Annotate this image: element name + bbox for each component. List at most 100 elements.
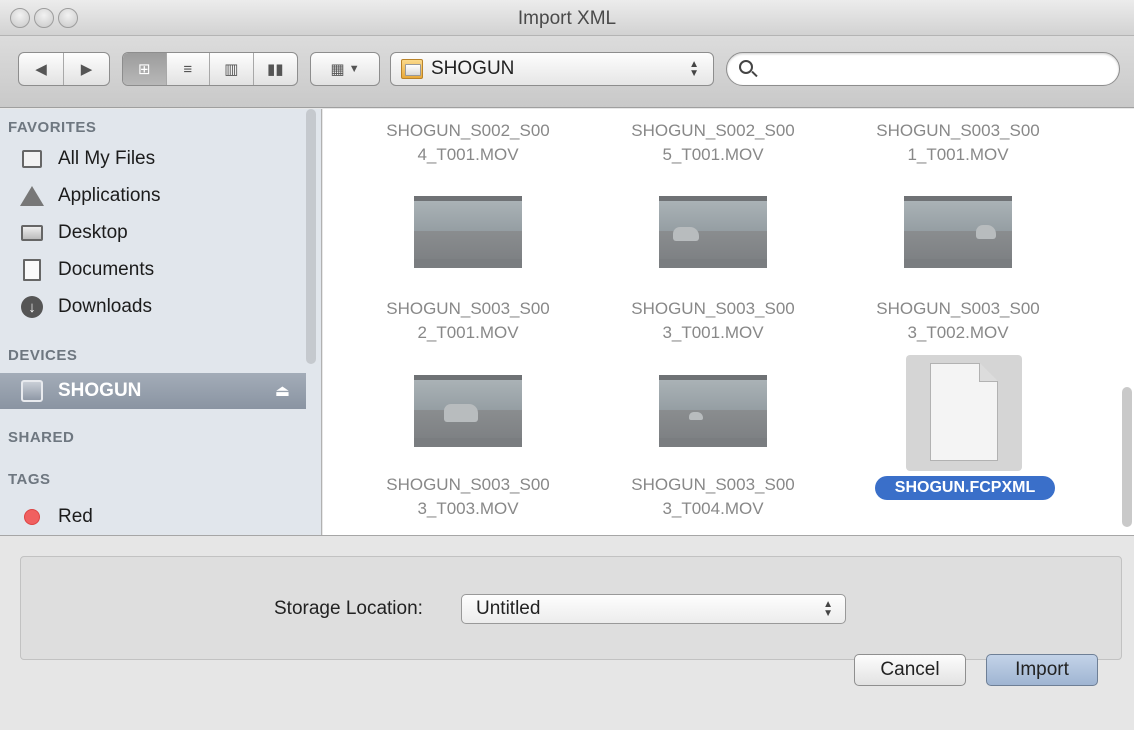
documents-icon <box>23 259 41 281</box>
video-thumbnail[interactable] <box>659 196 767 268</box>
sidebar-heading-devices: DEVICES <box>8 347 78 364</box>
file-name-line1: SHOGUN_S003_S00 <box>386 475 550 494</box>
sidebar-item-label: Documents <box>58 259 155 280</box>
arrange-cell: ▦ ▼ <box>311 53 379 85</box>
sidebar-item-all-my-files[interactable]: All My Files <box>0 141 300 177</box>
all-my-files-icon-wrap <box>20 147 44 171</box>
dropdown-arrow-icon: ▼ <box>348 63 360 75</box>
toolbar: ◀ ▶ ⊞ ≡ ▥ ▮▮ ▦ ▼ SHOGUN ▲ ▼ <box>0 36 1134 108</box>
location-popup[interactable]: SHOGUN ▲ ▼ <box>390 52 714 86</box>
selected-file-name[interactable]: SHOGUN.FCPXML <box>875 476 1055 500</box>
arrange-button[interactable]: ▦ ▼ <box>310 52 380 86</box>
eject-icon[interactable]: ⏏ <box>275 381 290 401</box>
thumbnail-car <box>689 412 703 420</box>
list-view-button[interactable]: ≡ <box>167 53 210 85</box>
back-forward-control: ◀ ▶ <box>18 52 110 86</box>
file-name-line2: 4_T001.MOV <box>417 145 519 164</box>
file-name-line2: 3_T003.MOV <box>417 499 519 518</box>
file-item[interactable]: SHOGUN_S003_S00 3_T003.MOV <box>353 473 583 521</box>
file-name-line2: 5_T001.MOV <box>662 145 764 164</box>
sidebar-heading-tags: TAGS <box>8 471 51 488</box>
thumbnail-road <box>659 410 767 438</box>
sidebar-item-label: All My Files <box>58 148 156 169</box>
file-name-line1: SHOGUN_S002_S00 <box>386 121 550 140</box>
file-item[interactable]: SHOGUN_S003_S00 3_T001.MOV <box>598 297 828 345</box>
view-mode-control: ⊞ ≡ ▥ ▮▮ <box>122 52 298 86</box>
red-tag-dot-icon <box>24 509 40 525</box>
documents-icon-wrap <box>20 258 44 282</box>
arrange-grid-icon: ▦ <box>330 61 345 78</box>
document-icon <box>930 363 998 461</box>
video-thumbnail[interactable] <box>414 196 522 268</box>
file-item[interactable]: SHOGUN_S003_S00 1_T001.MOV <box>843 119 1073 167</box>
thumbnail-car <box>673 227 699 241</box>
thumbnail-sky <box>659 380 767 410</box>
file-name-line1: SHOGUN_S003_S00 <box>876 121 1040 140</box>
storage-location-value: Untitled <box>476 598 541 619</box>
drive-icon-wrap <box>20 379 44 403</box>
file-item[interactable]: SHOGUN_S003_S00 2_T001.MOV <box>353 297 583 345</box>
thumbnail-sky <box>904 201 1012 231</box>
sidebar-item-shogun[interactable]: SHOGUN ⏏ <box>0 373 306 409</box>
file-name-line2: 3_T002.MOV <box>907 323 1009 342</box>
sidebar-heading-shared: SHARED <box>8 429 75 446</box>
window-title: Import XML <box>517 8 617 29</box>
applications-icon <box>20 186 44 206</box>
file-name-line1: SHOGUN_S003_S00 <box>876 299 1040 318</box>
location-label: SHOGUN <box>431 58 515 79</box>
thumbnail-car <box>444 404 478 422</box>
icon-view-button[interactable]: ⊞ <box>123 53 167 85</box>
coverflow-view-icon: ▮▮ <box>266 61 284 78</box>
thumbnail-car <box>976 225 996 239</box>
selected-file-highlight[interactable] <box>906 355 1022 471</box>
sidebar-item-desktop[interactable]: Desktop <box>0 215 300 251</box>
coverflow-view-button[interactable]: ▮▮ <box>254 53 297 85</box>
sidebar-item-applications[interactable]: Applications <box>0 178 300 214</box>
desktop-icon-wrap <box>20 221 44 245</box>
sidebar-item-documents[interactable]: Documents <box>0 252 300 288</box>
search-icon <box>739 60 753 74</box>
file-name-line1: SHOGUN_S003_S00 <box>386 299 550 318</box>
sidebar-item-tag-red[interactable]: Red <box>0 499 300 535</box>
sidebar-item-label: Red <box>58 506 93 527</box>
import-button[interactable]: Import <box>986 654 1098 686</box>
desktop-icon <box>21 225 43 241</box>
tag-dot-wrap <box>20 505 44 529</box>
search-input[interactable] <box>763 57 1103 81</box>
back-button[interactable]: ◀ <box>19 53 65 85</box>
file-name-line2: 2_T001.MOV <box>417 323 519 342</box>
column-view-icon: ▥ <box>224 61 239 78</box>
back-arrow-icon: ◀ <box>35 61 47 78</box>
file-name-line2: 1_T001.MOV <box>907 145 1009 164</box>
forward-arrow-icon: ▶ <box>80 61 93 78</box>
file-name-line2: 3_T004.MOV <box>662 499 764 518</box>
video-thumbnail[interactable] <box>904 196 1012 268</box>
drive-icon <box>21 380 43 402</box>
icon-view-icon: ⊞ <box>137 61 151 78</box>
file-name-line1: SHOGUN_S003_S00 <box>631 299 795 318</box>
sidebar-item-downloads[interactable]: ↓ Downloads <box>0 289 300 325</box>
column-view-button[interactable]: ▥ <box>210 53 254 85</box>
thumbnail-sky <box>414 201 522 231</box>
video-thumbnail[interactable] <box>659 375 767 447</box>
file-item[interactable]: SHOGUN_S002_S00 4_T001.MOV <box>353 119 583 167</box>
sidebar-scrollbar[interactable] <box>306 109 316 364</box>
drive-folder-icon <box>401 59 423 79</box>
forward-button[interactable]: ▶ <box>64 53 109 85</box>
file-name-line1: SHOGUN_S002_S00 <box>631 121 795 140</box>
cancel-button[interactable]: Cancel <box>854 654 966 686</box>
video-thumbnail[interactable] <box>414 375 522 447</box>
storage-location-popup[interactable]: Untitled ▲ ▼ <box>461 594 846 624</box>
search-field[interactable] <box>726 52 1120 86</box>
sidebar-item-label: Downloads <box>58 296 152 317</box>
file-item[interactable]: SHOGUN_S003_S00 3_T004.MOV <box>598 473 828 521</box>
sidebar-item-label: Applications <box>58 185 161 206</box>
file-item[interactable]: SHOGUN_S002_S00 5_T001.MOV <box>598 119 828 167</box>
file-item[interactable]: SHOGUN_S003_S00 3_T002.MOV <box>843 297 1073 345</box>
thumbnail-road <box>414 231 522 259</box>
thumbnail-sky <box>659 201 767 231</box>
sidebar-item-label: Desktop <box>58 222 128 243</box>
storage-location-label: Storage Location: <box>274 598 423 619</box>
sidebar-item-label: SHOGUN <box>58 380 142 401</box>
file-browser-scrollbar[interactable] <box>1122 387 1132 527</box>
